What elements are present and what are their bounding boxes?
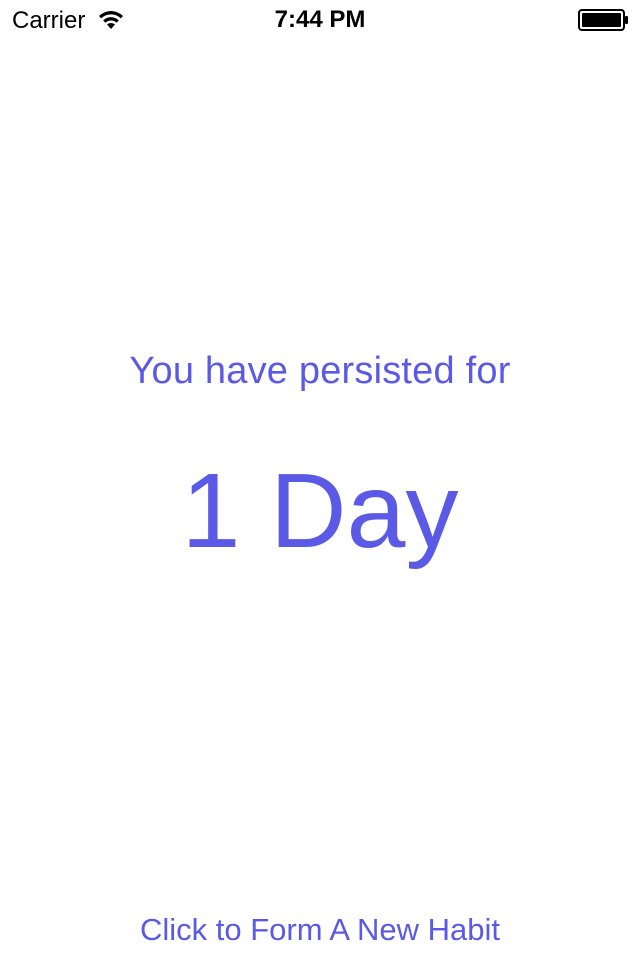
battery-icon (578, 9, 628, 31)
status-bar: Carrier 7:44 PM (0, 0, 640, 40)
status-time: 7:44 PM (274, 6, 366, 33)
app-screen: Carrier 7:44 PM You have persisted for 1… (0, 0, 640, 960)
persisted-label: You have persisted for (129, 350, 511, 392)
new-habit-button[interactable]: Click to Form A New Habit (0, 912, 640, 948)
day-count: 1 Day (181, 452, 459, 570)
